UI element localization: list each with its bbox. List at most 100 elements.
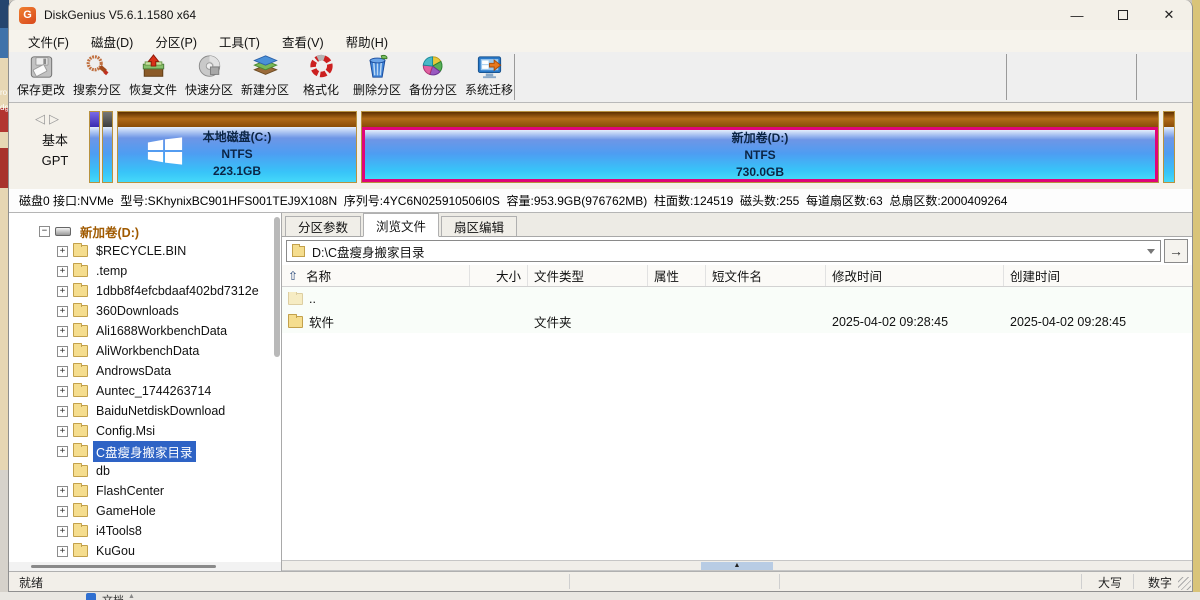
menu-file[interactable]: 文件(F): [17, 30, 80, 53]
expand-icon[interactable]: +: [57, 526, 68, 537]
tree-item[interactable]: +AndrowsData: [9, 361, 271, 381]
column-header-label: 短文件名: [712, 266, 762, 285]
close-button[interactable]: ✕: [1146, 0, 1192, 30]
tree-item[interactable]: +Auntec_1744263714: [9, 381, 271, 401]
chevron-down-icon[interactable]: [1147, 249, 1155, 258]
expand-icon[interactable]: +: [57, 386, 68, 397]
menu-tools[interactable]: 工具(T): [208, 30, 271, 53]
tab-browse-files[interactable]: 浏览文件: [363, 213, 439, 237]
tree-item-label: i4Tools8: [93, 523, 145, 539]
backup-partition-button[interactable]: 备份分区: [405, 54, 461, 100]
column-header[interactable]: 短文件名: [706, 265, 826, 286]
delete-partition-button[interactable]: 删除分区: [349, 54, 405, 100]
disk-nav-arrows[interactable]: ◁▷: [35, 111, 63, 127]
folder-icon: [73, 325, 88, 337]
column-header[interactable]: 属性: [648, 265, 706, 286]
expand-icon[interactable]: +: [57, 346, 68, 357]
recover-files-button[interactable]: 恢复文件: [125, 54, 181, 100]
folder-icon: [73, 465, 88, 477]
format-button[interactable]: 格式化: [293, 54, 349, 100]
menu-partition[interactable]: 分区(P): [144, 30, 208, 53]
save-changes-icon: [28, 54, 55, 80]
address-row: D:\C盘瘦身搬家目录 →: [282, 237, 1192, 265]
column-header-label: 属性: [654, 266, 679, 285]
trailing-partition-block[interactable]: [1163, 111, 1175, 183]
disk-scheme-label: 基本 GPT: [31, 131, 79, 171]
menu-view[interactable]: 查看(V): [271, 30, 335, 53]
expand-icon[interactable]: +: [57, 486, 68, 497]
file-area-empty: [282, 333, 1192, 560]
expand-icon[interactable]: +: [57, 426, 68, 437]
tree-item[interactable]: −新加卷(D:): [9, 221, 271, 241]
tab-sector-edit[interactable]: 扇区编辑: [441, 216, 517, 236]
expand-icon[interactable]: +: [57, 326, 68, 337]
maximize-button[interactable]: [1100, 0, 1146, 30]
system-migration-button[interactable]: 系统迁移: [461, 54, 517, 100]
go-button[interactable]: →: [1164, 239, 1188, 263]
expand-icon[interactable]: +: [57, 446, 68, 457]
tree-item[interactable]: db: [9, 461, 271, 481]
tree-item[interactable]: +AliWorkbenchData: [9, 341, 271, 361]
title-bar: G DiskGenius V5.6.1.1580 x64 — ✕: [9, 0, 1192, 30]
tree-item[interactable]: +BaiduNetdiskDownload: [9, 401, 271, 421]
minimize-button[interactable]: —: [1054, 0, 1100, 30]
menu-bar: 文件(F) 磁盘(D) 分区(P) 工具(T) 查看(V) 帮助(H): [9, 30, 1192, 52]
tree-item[interactable]: +360Downloads: [9, 301, 271, 321]
tree-vertical-scrollbar[interactable]: [274, 217, 280, 357]
expand-icon[interactable]: +: [57, 246, 68, 257]
collapse-icon[interactable]: −: [39, 226, 50, 237]
tree-item[interactable]: +FlashCenter: [9, 481, 271, 501]
table-row[interactable]: 软件文件夹2025-04-02 09:28:452025-04-02 09:28…: [282, 310, 1192, 333]
tree-item[interactable]: +.temp: [9, 261, 271, 281]
partition-block-c[interactable]: 本地磁盘(C:) NTFS 223.1GB: [117, 111, 357, 183]
tree-item[interactable]: +Config.Msi: [9, 421, 271, 441]
tree-item[interactable]: + i4Tools8: [9, 521, 271, 541]
expand-icon[interactable]: +: [57, 406, 68, 417]
search-partition-button[interactable]: 搜索分区: [69, 54, 125, 100]
tree-horizontal-scrollbar[interactable]: [9, 562, 281, 571]
column-header[interactable]: 大小: [470, 265, 528, 286]
quick-partition-button[interactable]: 快速分区: [181, 54, 237, 100]
expand-icon[interactable]: +: [57, 286, 68, 297]
desktop-icon-label-fragment: ro: [0, 88, 7, 97]
table-row[interactable]: ..: [282, 287, 1192, 310]
address-path: D:\C盘瘦身搬家目录: [312, 242, 1147, 261]
partition-block-d-selected[interactable]: 新加卷(D:) NTFS 730.0GB: [361, 111, 1159, 183]
tree-item[interactable]: +1dbb8f4efcbdaaf402bd7312e: [9, 281, 271, 301]
tree-item-label: 1dbb8f4efcbdaaf402bd7312e: [93, 283, 262, 299]
panel-splitter[interactable]: ▲: [282, 560, 1192, 571]
tree-item-label: KuGou: [93, 543, 138, 559]
menu-help[interactable]: 帮助(H): [335, 30, 399, 53]
esp-partition-block[interactable]: [89, 111, 100, 183]
menu-disk[interactable]: 磁盘(D): [80, 30, 144, 53]
collapse-up-button[interactable]: ▲: [701, 562, 773, 570]
expand-icon[interactable]: +: [57, 546, 68, 557]
delete-partition-icon: [364, 54, 391, 80]
save-changes-button[interactable]: 保存更改: [13, 54, 69, 100]
expand-icon[interactable]: +: [57, 366, 68, 377]
new-partition-button[interactable]: 新建分区: [237, 54, 293, 100]
expand-icon[interactable]: +: [57, 506, 68, 517]
resize-grip[interactable]: [1178, 577, 1191, 590]
address-input[interactable]: D:\C盘瘦身搬家目录: [286, 240, 1161, 262]
format-icon: [308, 54, 335, 80]
folder-icon: [73, 365, 88, 377]
expand-icon[interactable]: +: [57, 306, 68, 317]
tree-item[interactable]: +Ali1688WorkbenchData: [9, 321, 271, 341]
column-header[interactable]: 修改时间: [826, 265, 1004, 286]
status-num-indicator: 数字: [1137, 574, 1183, 591]
recover-files-icon: [140, 54, 167, 80]
column-header[interactable]: 文件类型: [528, 265, 648, 286]
column-header[interactable]: ⇧名称: [282, 265, 470, 286]
tab-partition-params[interactable]: 分区参数: [285, 216, 361, 236]
tree-item[interactable]: + KuGou: [9, 541, 271, 561]
file-name: 软件: [309, 312, 334, 331]
new-partition-icon: [252, 54, 279, 80]
column-header[interactable]: 创建时间: [1004, 265, 1192, 286]
tree-item[interactable]: +GameHole: [9, 501, 271, 521]
tree-item[interactable]: +C盘瘦身搬家目录: [9, 441, 271, 461]
expand-icon[interactable]: +: [57, 266, 68, 277]
partition-c-label: 本地磁盘(C:) NTFS 223.1GB: [118, 129, 356, 180]
msr-partition-block[interactable]: [102, 111, 113, 183]
tree-item[interactable]: +$RECYCLE.BIN: [9, 241, 271, 261]
